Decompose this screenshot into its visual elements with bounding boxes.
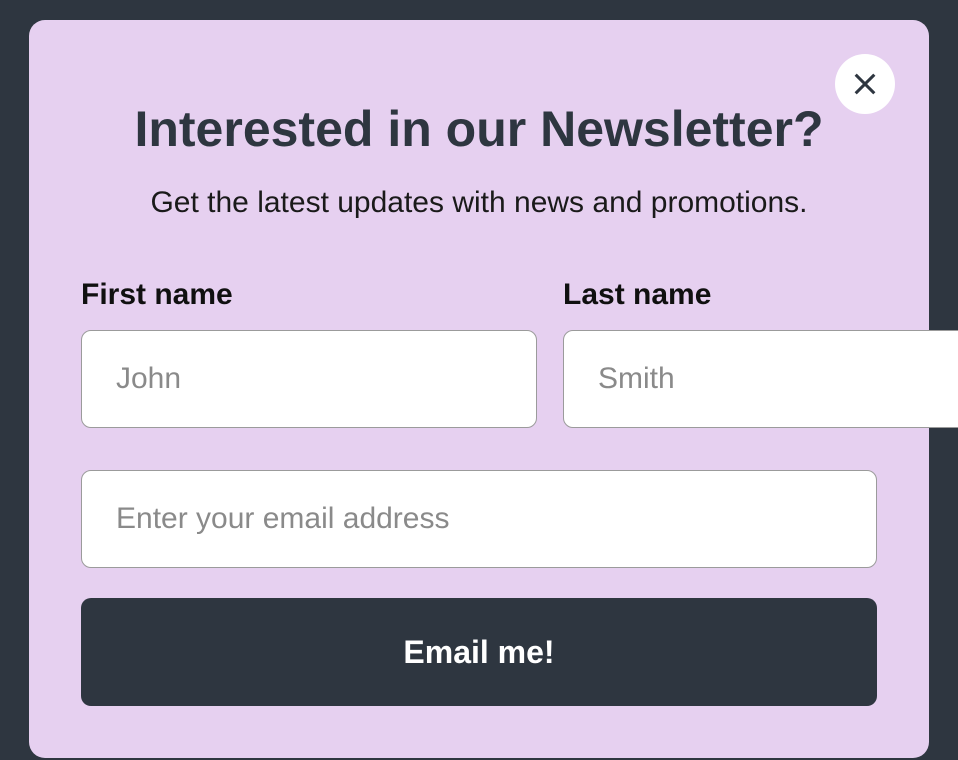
newsletter-modal: Interested in our Newsletter? Get the la… bbox=[29, 20, 929, 758]
close-button[interactable] bbox=[835, 54, 895, 114]
first-name-label: First name bbox=[81, 278, 537, 312]
first-name-field: First name bbox=[81, 278, 537, 428]
modal-subtitle: Get the latest updates with news and pro… bbox=[81, 186, 877, 220]
last-name-input[interactable] bbox=[563, 330, 958, 428]
modal-title: Interested in our Newsletter? bbox=[81, 100, 877, 158]
first-name-input[interactable] bbox=[81, 330, 537, 428]
submit-button[interactable]: Email me! bbox=[81, 598, 877, 706]
close-icon bbox=[851, 70, 879, 98]
last-name-field: Last name bbox=[563, 278, 958, 428]
email-input[interactable] bbox=[81, 470, 877, 568]
name-row: First name Last name bbox=[81, 278, 877, 428]
last-name-label: Last name bbox=[563, 278, 958, 312]
